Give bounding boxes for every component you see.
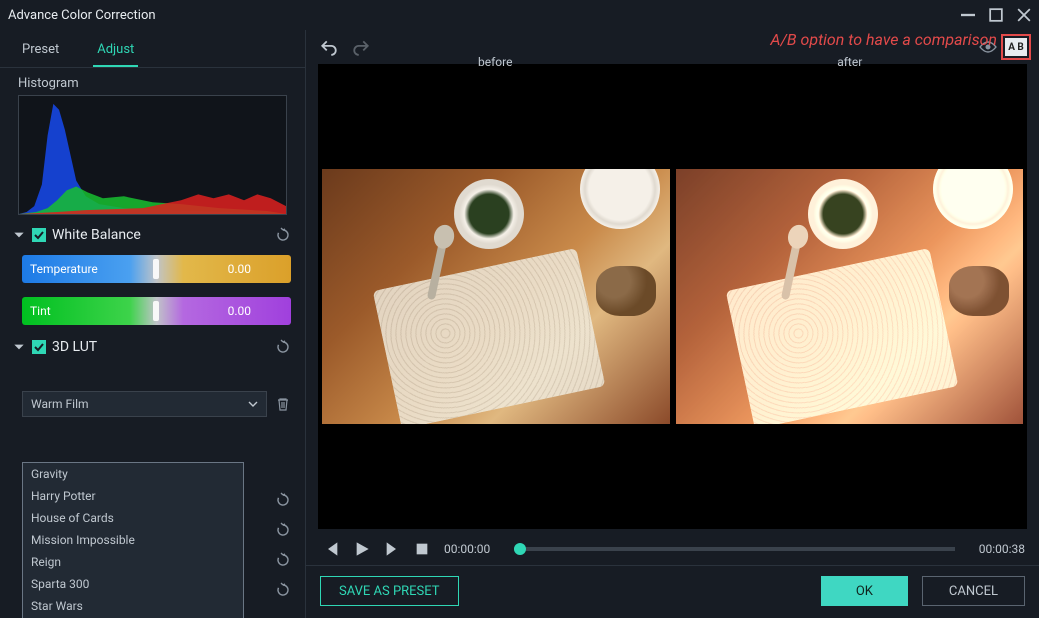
- reset-icon[interactable]: [275, 492, 291, 508]
- white-balance-checkbox[interactable]: [32, 228, 46, 242]
- white-balance-label: White Balance: [52, 227, 141, 243]
- maximize-icon[interactable]: [989, 8, 1003, 22]
- tab-adjust[interactable]: Adjust: [93, 36, 138, 67]
- temperature-value: 0.00: [228, 262, 251, 276]
- tint-value: 0.00: [228, 304, 251, 318]
- lut-option[interactable]: Reign: [23, 551, 243, 573]
- lut-option[interactable]: House of Cards: [23, 507, 243, 529]
- tint-slider[interactable]: Tint 0.00: [22, 297, 291, 325]
- scrubber-handle[interactable]: [514, 543, 526, 555]
- chevron-down-icon[interactable]: [12, 340, 26, 354]
- lut-option[interactable]: Gravity: [23, 463, 243, 485]
- tabs: Preset Adjust: [0, 30, 305, 68]
- temperature-label: Temperature: [30, 262, 98, 276]
- preview-pane: A/B option to have a comparison A B befo…: [306, 30, 1039, 618]
- window-controls: [961, 8, 1031, 22]
- transport-bar: 00:00:00 00:00:38: [306, 535, 1039, 565]
- close-icon[interactable]: [1017, 8, 1031, 22]
- white-balance-header: White Balance: [0, 221, 305, 249]
- reset-icon[interactable]: [275, 552, 291, 568]
- tint-label: Tint: [30, 304, 51, 318]
- ok-button[interactable]: OK: [821, 576, 908, 606]
- lut-select[interactable]: Warm Film: [22, 391, 267, 417]
- after-label: after: [673, 55, 1028, 69]
- preview-viewer: [318, 64, 1027, 529]
- lut-label: 3D LUT: [52, 339, 97, 355]
- lut-select-row: Warm Film: [0, 385, 305, 423]
- after-preview: [676, 169, 1023, 425]
- sidebar: Preset Adjust Histogram White Balance Te…: [0, 30, 306, 618]
- temperature-handle[interactable]: [153, 259, 159, 279]
- temperature-slider-block: Temperature 0.00: [22, 255, 291, 283]
- lut-option[interactable]: Mission Impossible: [23, 529, 243, 551]
- trash-icon[interactable]: [275, 396, 291, 412]
- lut-option[interactable]: Sparta 300: [23, 573, 243, 595]
- reset-icon[interactable]: [275, 522, 291, 538]
- lut-option[interactable]: Star Wars: [23, 595, 243, 617]
- footer: SAVE AS PRESET OK CANCEL: [306, 565, 1039, 618]
- chevron-down-icon[interactable]: [12, 228, 26, 242]
- stop-icon[interactable]: [414, 541, 430, 557]
- before-label: before: [318, 55, 673, 69]
- tint-slider-block: Tint 0.00: [22, 297, 291, 325]
- annotation-text: A/B option to have a comparison: [770, 30, 997, 50]
- lut-checkbox[interactable]: [32, 340, 46, 354]
- cancel-button[interactable]: CANCEL: [922, 576, 1025, 606]
- scrubber[interactable]: [514, 547, 954, 551]
- prev-frame-icon[interactable]: [324, 541, 340, 557]
- tab-preset[interactable]: Preset: [18, 36, 63, 67]
- undo-icon[interactable]: [320, 38, 338, 56]
- temperature-slider[interactable]: Temperature 0.00: [22, 255, 291, 283]
- next-frame-icon[interactable]: [384, 541, 400, 557]
- redo-icon[interactable]: [352, 38, 370, 56]
- chevron-down-icon: [248, 399, 258, 409]
- lut-dropdown[interactable]: Gravity Harry Potter House of Cards Miss…: [22, 462, 244, 618]
- tint-handle[interactable]: [153, 301, 159, 321]
- content: Preset Adjust Histogram White Balance Te…: [0, 30, 1039, 618]
- ab-compare-button[interactable]: A B: [1005, 38, 1027, 56]
- titlebar: Advance Color Correction: [0, 0, 1039, 30]
- reset-icon[interactable]: [275, 339, 291, 355]
- reset-icon[interactable]: [275, 227, 291, 243]
- window-title: Advance Color Correction: [8, 8, 156, 23]
- reset-column: [275, 492, 291, 598]
- play-icon[interactable]: [354, 541, 370, 557]
- duration: 00:00:38: [979, 542, 1025, 556]
- histogram-label: Histogram: [0, 68, 305, 95]
- save-preset-button[interactable]: SAVE AS PRESET: [320, 576, 459, 606]
- current-time: 00:00:00: [444, 542, 490, 556]
- lut-header: 3D LUT: [0, 333, 305, 361]
- lut-select-value: Warm Film: [31, 397, 89, 411]
- compare-labels: before after: [318, 55, 1027, 69]
- lut-option[interactable]: Harry Potter: [23, 485, 243, 507]
- reset-icon[interactable]: [275, 582, 291, 598]
- before-preview: [322, 169, 669, 425]
- histogram-chart: [18, 95, 287, 215]
- minimize-icon[interactable]: [961, 8, 975, 22]
